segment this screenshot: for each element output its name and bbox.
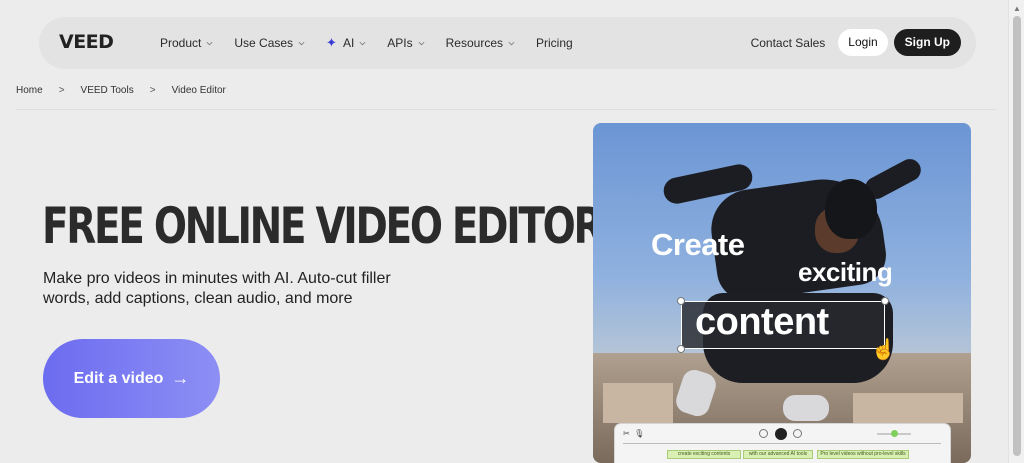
nav-item-label: Use Cases (234, 36, 294, 50)
cta-label: Edit a video (73, 369, 164, 387)
veed-logo[interactable]: VEED (59, 31, 114, 53)
timeline-panel: ✂ 🎙 create exciting contents with our ad… (615, 424, 950, 463)
nav-menu: Product Use Cases ✦ AI APIs Resources Pr… (160, 17, 594, 69)
nav-item-resources[interactable]: Resources (446, 36, 515, 50)
nav-item-label: Product (160, 36, 202, 50)
figure-shoe (783, 395, 829, 421)
chevron-down-icon (508, 41, 515, 46)
hand-cursor-icon: ☝ (871, 339, 896, 361)
scissors-icon[interactable]: ✂ 🎙 (623, 429, 644, 438)
breadcrumb-veed-tools[interactable]: VEED Tools (81, 85, 134, 96)
nav-actions: Contact Sales Login Sign Up (751, 29, 961, 56)
nav-item-ai[interactable]: ✦ AI (326, 35, 366, 51)
nav-item-label: APIs (387, 36, 413, 50)
breadcrumb-home[interactable]: Home (16, 85, 43, 96)
skip-back-icon[interactable] (759, 429, 768, 438)
figure-beanie (825, 179, 877, 239)
timeline-ruler (623, 443, 941, 444)
overlay-text-create: Create (651, 227, 745, 262)
nav-item-use-cases[interactable]: Use Cases (234, 36, 305, 50)
nav-item-product[interactable]: Product (160, 36, 213, 50)
hero-video-preview[interactable]: Create exciting content ☝ ✂ 🎙 create exc… (593, 123, 971, 463)
chevron-down-icon (418, 41, 425, 46)
edit-video-button[interactable]: Edit a video → (43, 339, 220, 418)
chevron-down-icon (298, 41, 305, 46)
chevron-down-icon (359, 41, 366, 46)
nav-item-label: Pricing (536, 36, 573, 50)
overlay-text-content: content (695, 301, 829, 343)
nav-item-apis[interactable]: APIs (387, 36, 425, 50)
overlay-text-exciting: exciting (798, 257, 893, 287)
page-title: FREE ONLINE VIDEO EDITOR (42, 197, 603, 255)
chevron-right-icon: > (58, 85, 65, 96)
contact-sales-link[interactable]: Contact Sales (751, 36, 826, 50)
divider (16, 109, 996, 110)
arrow-right-icon: → (171, 368, 190, 388)
zoom-slider-handle[interactable] (891, 430, 898, 437)
caption-clip[interactable]: Pro level videos without pro-level skill… (817, 450, 909, 459)
hero-subtitle: Make pro videos in minutes with AI. Auto… (43, 270, 391, 307)
caption-clip[interactable]: with our advanced AI tools (743, 450, 813, 459)
top-nav: VEED Product Use Cases ✦ AI APIs Resourc… (39, 17, 976, 69)
skip-forward-icon[interactable] (793, 429, 802, 438)
breadcrumb: Home > VEED Tools > Video Editor (16, 85, 226, 96)
play-icon[interactable] (775, 428, 787, 440)
chevron-down-icon (206, 41, 213, 46)
caption-clip[interactable]: create exciting contents (667, 450, 741, 459)
login-button[interactable]: Login (838, 29, 888, 56)
nav-item-pricing[interactable]: Pricing (536, 36, 573, 50)
nav-item-label: Resources (445, 36, 503, 50)
scrollbar-thumb[interactable] (1013, 16, 1021, 456)
resize-handle[interactable] (881, 297, 889, 305)
background-building (603, 383, 673, 423)
background-building (853, 393, 963, 423)
nav-item-label: AI (342, 36, 355, 50)
sparkle-icon: ✦ (326, 35, 337, 50)
signup-button[interactable]: Sign Up (893, 29, 961, 56)
scrollbar[interactable]: ▲ (1008, 0, 1024, 463)
chevron-right-icon: > (149, 85, 156, 96)
breadcrumb-current: Video Editor (171, 85, 226, 96)
resize-handle[interactable] (677, 345, 685, 353)
resize-handle[interactable] (677, 297, 685, 305)
scroll-up-icon[interactable]: ▲ (1013, 4, 1021, 13)
